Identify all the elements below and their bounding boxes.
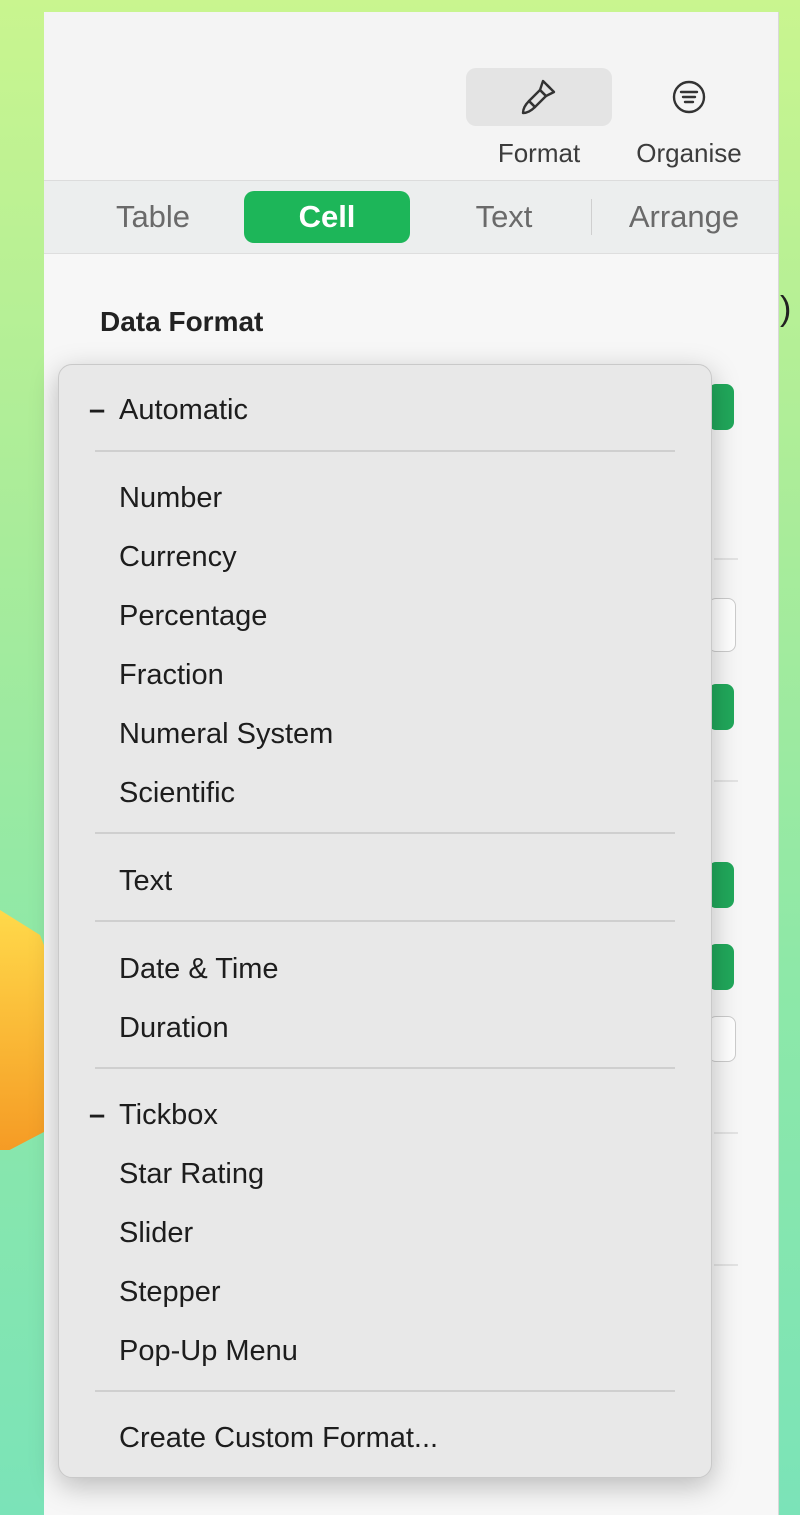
tab-text[interactable]: Text — [454, 191, 554, 243]
color-well[interactable] — [708, 598, 736, 652]
format-button[interactable]: Format — [466, 68, 612, 169]
menu-item-numeral-system[interactable]: Numeral System — [119, 714, 333, 754]
paintbrush-icon — [466, 68, 612, 126]
tab-arrange[interactable]: Arrange — [614, 191, 754, 243]
tab-divider — [591, 199, 592, 235]
menu-item-tickbox[interactable]: Tickbox — [119, 1095, 218, 1135]
menu-item-automatic[interactable]: Automatic — [119, 390, 248, 430]
menu-separator — [95, 920, 675, 922]
clipped-glyph: ) — [780, 290, 792, 328]
menu-item-text[interactable]: Text — [119, 861, 172, 901]
divider — [714, 1264, 738, 1266]
divider — [714, 780, 738, 782]
tab-cell[interactable]: Cell — [244, 191, 410, 243]
data-format-heading: Data Format — [100, 306, 264, 337]
tab-table[interactable]: Table — [98, 191, 208, 243]
menu-separator — [95, 1067, 675, 1069]
organise-button[interactable]: Organise — [624, 68, 754, 169]
divider — [714, 558, 738, 560]
selected-mark-icon: – — [89, 1099, 106, 1131]
menu-item-popup-menu[interactable]: Pop-Up Menu — [119, 1331, 298, 1371]
menu-item-currency[interactable]: Currency — [119, 537, 237, 577]
menu-item-stepper[interactable]: Stepper — [119, 1272, 221, 1312]
menu-separator — [95, 450, 675, 452]
menu-item-create-custom-format[interactable]: Create Custom Format... — [119, 1418, 438, 1458]
menu-item-duration[interactable]: Duration — [119, 1008, 229, 1048]
inspector-tabs: Table Cell Text Arrange — [44, 181, 778, 254]
value-stepper[interactable] — [708, 1016, 736, 1062]
format-label: Format — [497, 138, 581, 168]
menu-item-number[interactable]: Number — [119, 478, 222, 518]
filter-circle-icon — [624, 68, 754, 126]
menu-item-date-time[interactable]: Date & Time — [119, 949, 279, 989]
menu-item-star-rating[interactable]: Star Rating — [119, 1154, 264, 1194]
inspector-toolbar: Format Organise — [44, 12, 778, 181]
selected-mark-icon: – — [89, 394, 106, 426]
data-format-menu: – Automatic Number Currency Percentage F… — [58, 364, 712, 1478]
menu-item-percentage[interactable]: Percentage — [119, 596, 267, 636]
menu-separator — [95, 832, 675, 834]
menu-separator — [95, 1390, 675, 1392]
menu-item-fraction[interactable]: Fraction — [119, 655, 224, 695]
organise-label: Organise — [636, 138, 742, 168]
divider — [714, 1132, 738, 1134]
menu-item-slider[interactable]: Slider — [119, 1213, 193, 1253]
menu-item-scientific[interactable]: Scientific — [119, 773, 235, 813]
